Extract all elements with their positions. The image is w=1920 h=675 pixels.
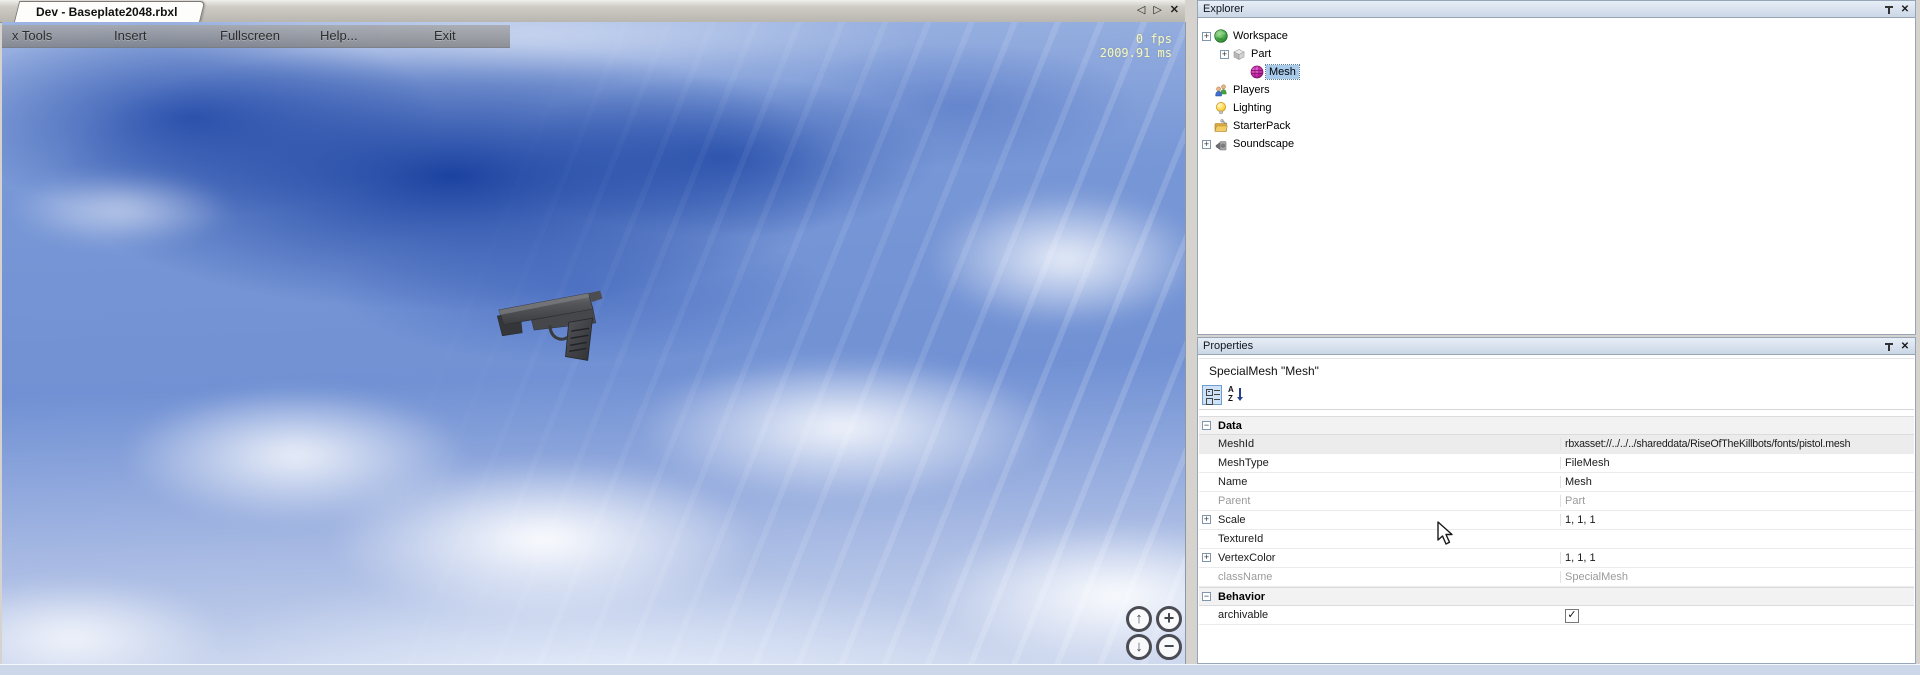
property-value-readonly: SpecialMesh [1560,571,1910,583]
pin-icon[interactable] [1883,341,1895,353]
tree-item-label: Workspace [1230,29,1291,43]
properties-panel: Properties ✕ SpecialMesh "Mesh" A [1197,337,1916,664]
expand-toggle-icon[interactable]: + [1202,32,1211,41]
property-row-classname: className SpecialMesh [1199,568,1914,587]
explorer-item-mesh[interactable]: Mesh [1199,63,1914,81]
soundscape-icon [1214,137,1230,151]
tree-item-label: StarterPack [1230,119,1293,133]
explorer-item-workspace[interactable]: + Workspace [1199,27,1914,45]
explorer-header[interactable]: Explorer ✕ [1197,0,1916,18]
categorized-view-icon[interactable] [1202,385,1222,405]
zoom-out-button[interactable]: − [1156,634,1182,660]
collapse-toggle-icon[interactable]: − [1202,421,1211,430]
expand-toggle-icon[interactable]: + [1202,553,1211,562]
window-edge [1916,0,1920,675]
properties-header[interactable]: Properties ✕ [1197,337,1916,355]
tree-item-label: Part [1248,47,1274,61]
performance-stats: 0 fps 2009.91 ms [1100,32,1172,60]
sort-arrow-icon [1239,388,1241,397]
properties-title: Properties [1203,340,1253,352]
property-row-textureid[interactable]: TextureId [1199,530,1914,549]
property-value[interactable]: rbxasset://../../../shareddata/RiseOfThe… [1560,438,1910,450]
property-row-vertexcolor[interactable]: + VertexColor 1, 1, 1 [1199,549,1914,568]
archivable-checkbox[interactable]: ✓ [1565,609,1579,623]
camera-down-button[interactable]: ↓ [1126,634,1152,660]
close-icon[interactable]: ✕ [1899,4,1911,16]
zoom-in-button[interactable]: + [1156,606,1182,632]
document-tab-bar: Dev - Baseplate2048.rbxl ◁ ▷ ✕ [0,0,1185,23]
explorer-item-players[interactable]: Players [1199,81,1914,99]
collapse-toggle-icon[interactable]: − [1202,592,1211,601]
tree-item-label-selected: Mesh [1266,65,1299,79]
selected-object-bar: SpecialMesh "Mesh" [1199,358,1914,383]
workspace-globe-icon [1214,29,1230,43]
menu-item-tools[interactable]: x Tools [12,28,52,43]
3d-viewport[interactable]: x Tools Insert Fullscreen Help... Exit 0… [2,22,1186,664]
app-window: Dev - Baseplate2048.rbxl ◁ ▷ ✕ [0,0,1920,675]
property-row-name[interactable]: Name Mesh [1199,473,1914,492]
explorer-panel: Explorer ✕ + Workspace + [1197,0,1916,337]
selected-object-label: SpecialMesh "Mesh" [1209,364,1319,378]
property-value[interactable]: 1, 1, 1 [1560,552,1910,564]
menu-item-help[interactable]: Help... [320,28,358,43]
starterpack-icon [1214,119,1230,133]
pin-icon[interactable] [1883,4,1895,16]
explorer-item-starterpack[interactable]: StarterPack [1199,117,1914,135]
fps-counter: 0 fps [1100,32,1172,46]
tree-item-label: Soundscape [1230,137,1297,151]
property-row-scale[interactable]: + Scale 1, 1, 1 [1199,511,1914,530]
explorer-tree: + Workspace + [1197,18,1916,335]
expand-toggle-icon[interactable]: + [1220,50,1229,59]
menu-item-exit[interactable]: Exit [434,28,456,43]
tree-item-label: Players [1230,83,1273,97]
section-data[interactable]: − Data [1199,416,1914,435]
section-behavior[interactable]: − Behavior [1199,587,1914,606]
camera-up-button[interactable]: ↑ [1126,606,1152,632]
explorer-title: Explorer [1203,3,1244,15]
property-value-readonly: Part [1560,495,1910,507]
document-tab-title: Dev - Baseplate2048.rbxl [36,5,177,19]
frame-time: 2009.91 ms [1100,46,1172,60]
pistol-mesh-object[interactable] [490,283,622,374]
tree-item-label: Lighting [1230,101,1275,115]
property-value[interactable]: FileMesh [1560,457,1910,469]
property-row-archivable[interactable]: archivable ✓ [1199,606,1914,625]
explorer-item-lighting[interactable]: Lighting [1199,99,1914,117]
tab-scroll-left-icon[interactable]: ◁ [1137,3,1145,17]
game-menu-bar: x Tools Insert Fullscreen Help... Exit [2,25,510,48]
properties-grid: − Data MeshId rbxasset://../../../shared… [1199,416,1914,662]
properties-body: SpecialMesh "Mesh" A Z [1197,355,1916,664]
menu-item-fullscreen[interactable]: Fullscreen [220,28,280,43]
menu-item-insert[interactable]: Insert [114,28,147,43]
property-value[interactable]: Mesh [1560,476,1910,488]
expand-toggle-icon[interactable]: + [1202,140,1211,149]
explorer-item-soundscape[interactable]: + Soundscape [1199,135,1914,153]
part-brick-icon [1232,47,1248,61]
special-mesh-icon [1250,65,1266,79]
alphabetical-sort-icon[interactable]: A Z [1227,385,1247,405]
property-row-meshid[interactable]: MeshId rbxasset://../../../shareddata/Ri… [1199,435,1914,454]
explorer-item-part[interactable]: + Part [1199,45,1914,63]
properties-toolbar: A Z [1199,382,1914,410]
property-value[interactable]: 1, 1, 1 [1560,514,1910,526]
property-row-meshtype[interactable]: MeshType FileMesh [1199,454,1914,473]
document-tab[interactable]: Dev - Baseplate2048.rbxl [14,1,200,22]
tab-scroll-right-icon[interactable]: ▷ [1153,3,1161,17]
expand-toggle-icon[interactable]: + [1202,515,1211,524]
players-icon [1214,83,1230,97]
lighting-icon [1214,101,1230,115]
tab-close-icon[interactable]: ✕ [1170,3,1179,17]
close-icon[interactable]: ✕ [1899,341,1911,353]
property-row-parent: Parent Part [1199,492,1914,511]
window-bottom-edge [0,664,1920,675]
